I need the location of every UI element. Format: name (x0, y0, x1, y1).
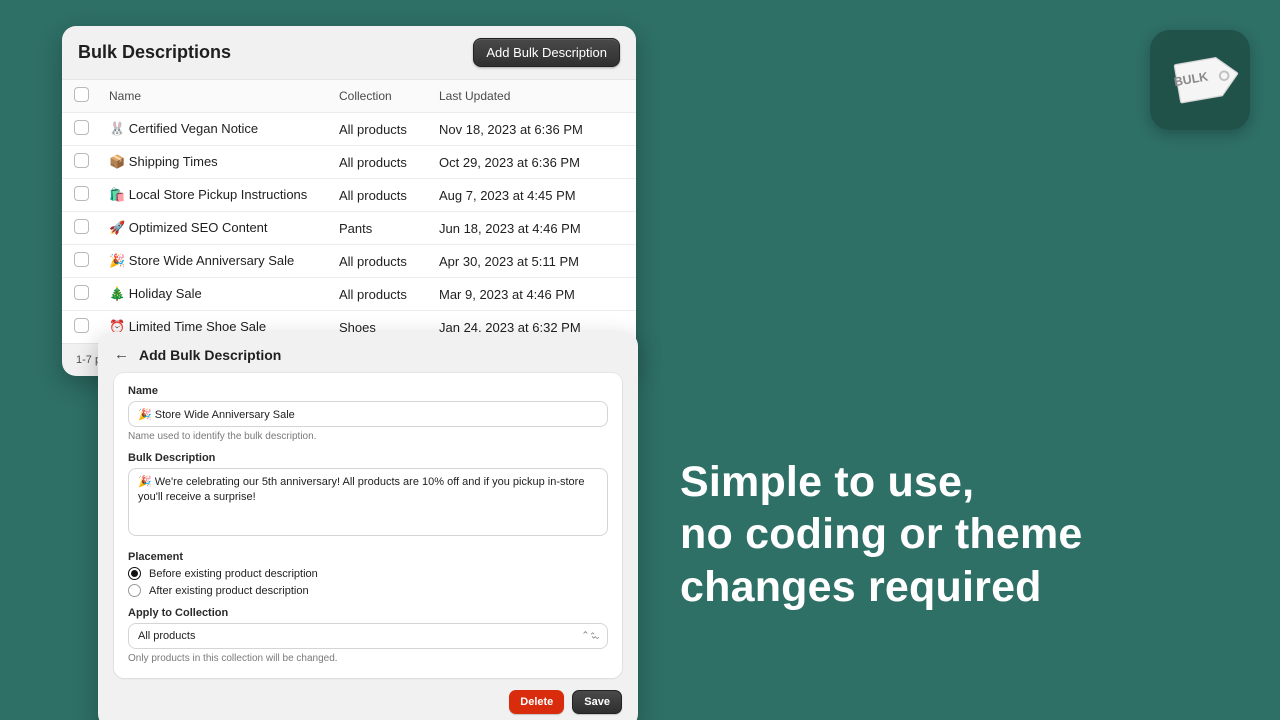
col-updated: Last Updated (429, 80, 636, 113)
table-row[interactable]: 🎉 Store Wide Anniversary SaleAll product… (62, 245, 636, 278)
row-collection: All products (329, 179, 429, 212)
row-checkbox[interactable] (74, 219, 89, 234)
table-row[interactable]: 📦 Shipping TimesAll productsOct 29, 2023… (62, 146, 636, 179)
page-title: Bulk Descriptions (78, 42, 231, 63)
row-updated: Jun 18, 2023 at 4:46 PM (429, 212, 636, 245)
collection-label: Apply to Collection (128, 607, 608, 619)
table-row[interactable]: 🛍️ Local Store Pickup InstructionsAll pr… (62, 179, 636, 212)
radio-icon (128, 567, 141, 580)
row-collection: All products (329, 113, 429, 146)
row-collection: Pants (329, 212, 429, 245)
row-checkbox[interactable] (74, 153, 89, 168)
form-title: Add Bulk Description (139, 347, 281, 363)
row-updated: Aug 7, 2023 at 4:45 PM (429, 179, 636, 212)
row-name: 📦 Shipping Times (99, 146, 329, 179)
row-collection: All products (329, 146, 429, 179)
form-header: ← Add Bulk Description (98, 332, 638, 373)
table-header-row: Name Collection Last Updated (62, 80, 636, 113)
form-actions: Delete Save (98, 678, 638, 714)
card-header: Bulk Descriptions Add Bulk Description (62, 26, 636, 79)
placement-before-radio[interactable]: Before existing product description (128, 567, 608, 580)
row-updated: Mar 9, 2023 at 4:46 PM (429, 278, 636, 311)
chevron-updown-icon: ⌃⌄ (581, 631, 598, 642)
collection-hint: Only products in this collection will be… (128, 653, 608, 664)
select-all-checkbox[interactable] (74, 87, 89, 102)
form-panel: Name Name used to identify the bulk desc… (114, 373, 622, 678)
row-checkbox[interactable] (74, 186, 89, 201)
row-collection: All products (329, 278, 429, 311)
name-label: Name (128, 385, 608, 397)
save-button[interactable]: Save (572, 690, 622, 714)
row-name: 🚀 Optimized SEO Content (99, 212, 329, 245)
placement-before-label: Before existing product description (149, 568, 318, 580)
row-checkbox[interactable] (74, 120, 89, 135)
placement-after-radio[interactable]: After existing product description (128, 584, 608, 597)
add-bulk-description-button[interactable]: Add Bulk Description (473, 38, 620, 67)
row-updated: Apr 30, 2023 at 5:11 PM (429, 245, 636, 278)
collection-select-wrap: All products ⌃⌄ (128, 623, 608, 649)
bulk-descriptions-card: Bulk Descriptions Add Bulk Description N… (62, 26, 636, 376)
radio-icon (128, 584, 141, 597)
table-row[interactable]: 🚀 Optimized SEO ContentPantsJun 18, 2023… (62, 212, 636, 245)
name-input[interactable] (128, 401, 608, 427)
placement-label: Placement (128, 551, 608, 563)
row-checkbox[interactable] (74, 252, 89, 267)
row-collection: All products (329, 245, 429, 278)
table-wrap: Name Collection Last Updated 🐰 Certified… (62, 79, 636, 344)
price-tag-icon: BULK (1157, 37, 1243, 123)
app-icon: BULK (1150, 30, 1250, 130)
descriptions-table: Name Collection Last Updated 🐰 Certified… (62, 80, 636, 343)
desc-label: Bulk Description (128, 452, 608, 464)
col-name: Name (99, 80, 329, 113)
hero-headline: Simple to use,no coding or theme changes… (680, 456, 1220, 613)
collection-select[interactable]: All products (128, 623, 608, 649)
desc-textarea[interactable] (128, 468, 608, 536)
row-name: 🎄 Holiday Sale (99, 278, 329, 311)
row-name: 🛍️ Local Store Pickup Instructions (99, 179, 329, 212)
row-updated: Nov 18, 2023 at 6:36 PM (429, 113, 636, 146)
delete-button[interactable]: Delete (509, 690, 564, 714)
placement-after-label: After existing product description (149, 585, 309, 597)
row-checkbox[interactable] (74, 285, 89, 300)
row-updated: Oct 29, 2023 at 6:36 PM (429, 146, 636, 179)
name-hint: Name used to identify the bulk descripti… (128, 431, 608, 442)
col-collection: Collection (329, 80, 429, 113)
table-row[interactable]: 🐰 Certified Vegan NoticeAll productsNov … (62, 113, 636, 146)
row-name: 🐰 Certified Vegan Notice (99, 113, 329, 146)
row-name: 🎉 Store Wide Anniversary Sale (99, 245, 329, 278)
back-arrow-icon[interactable]: ← (114, 346, 129, 363)
add-description-card: ← Add Bulk Description Name Name used to… (98, 332, 638, 720)
table-row[interactable]: 🎄 Holiday SaleAll productsMar 9, 2023 at… (62, 278, 636, 311)
row-checkbox[interactable] (74, 318, 89, 333)
